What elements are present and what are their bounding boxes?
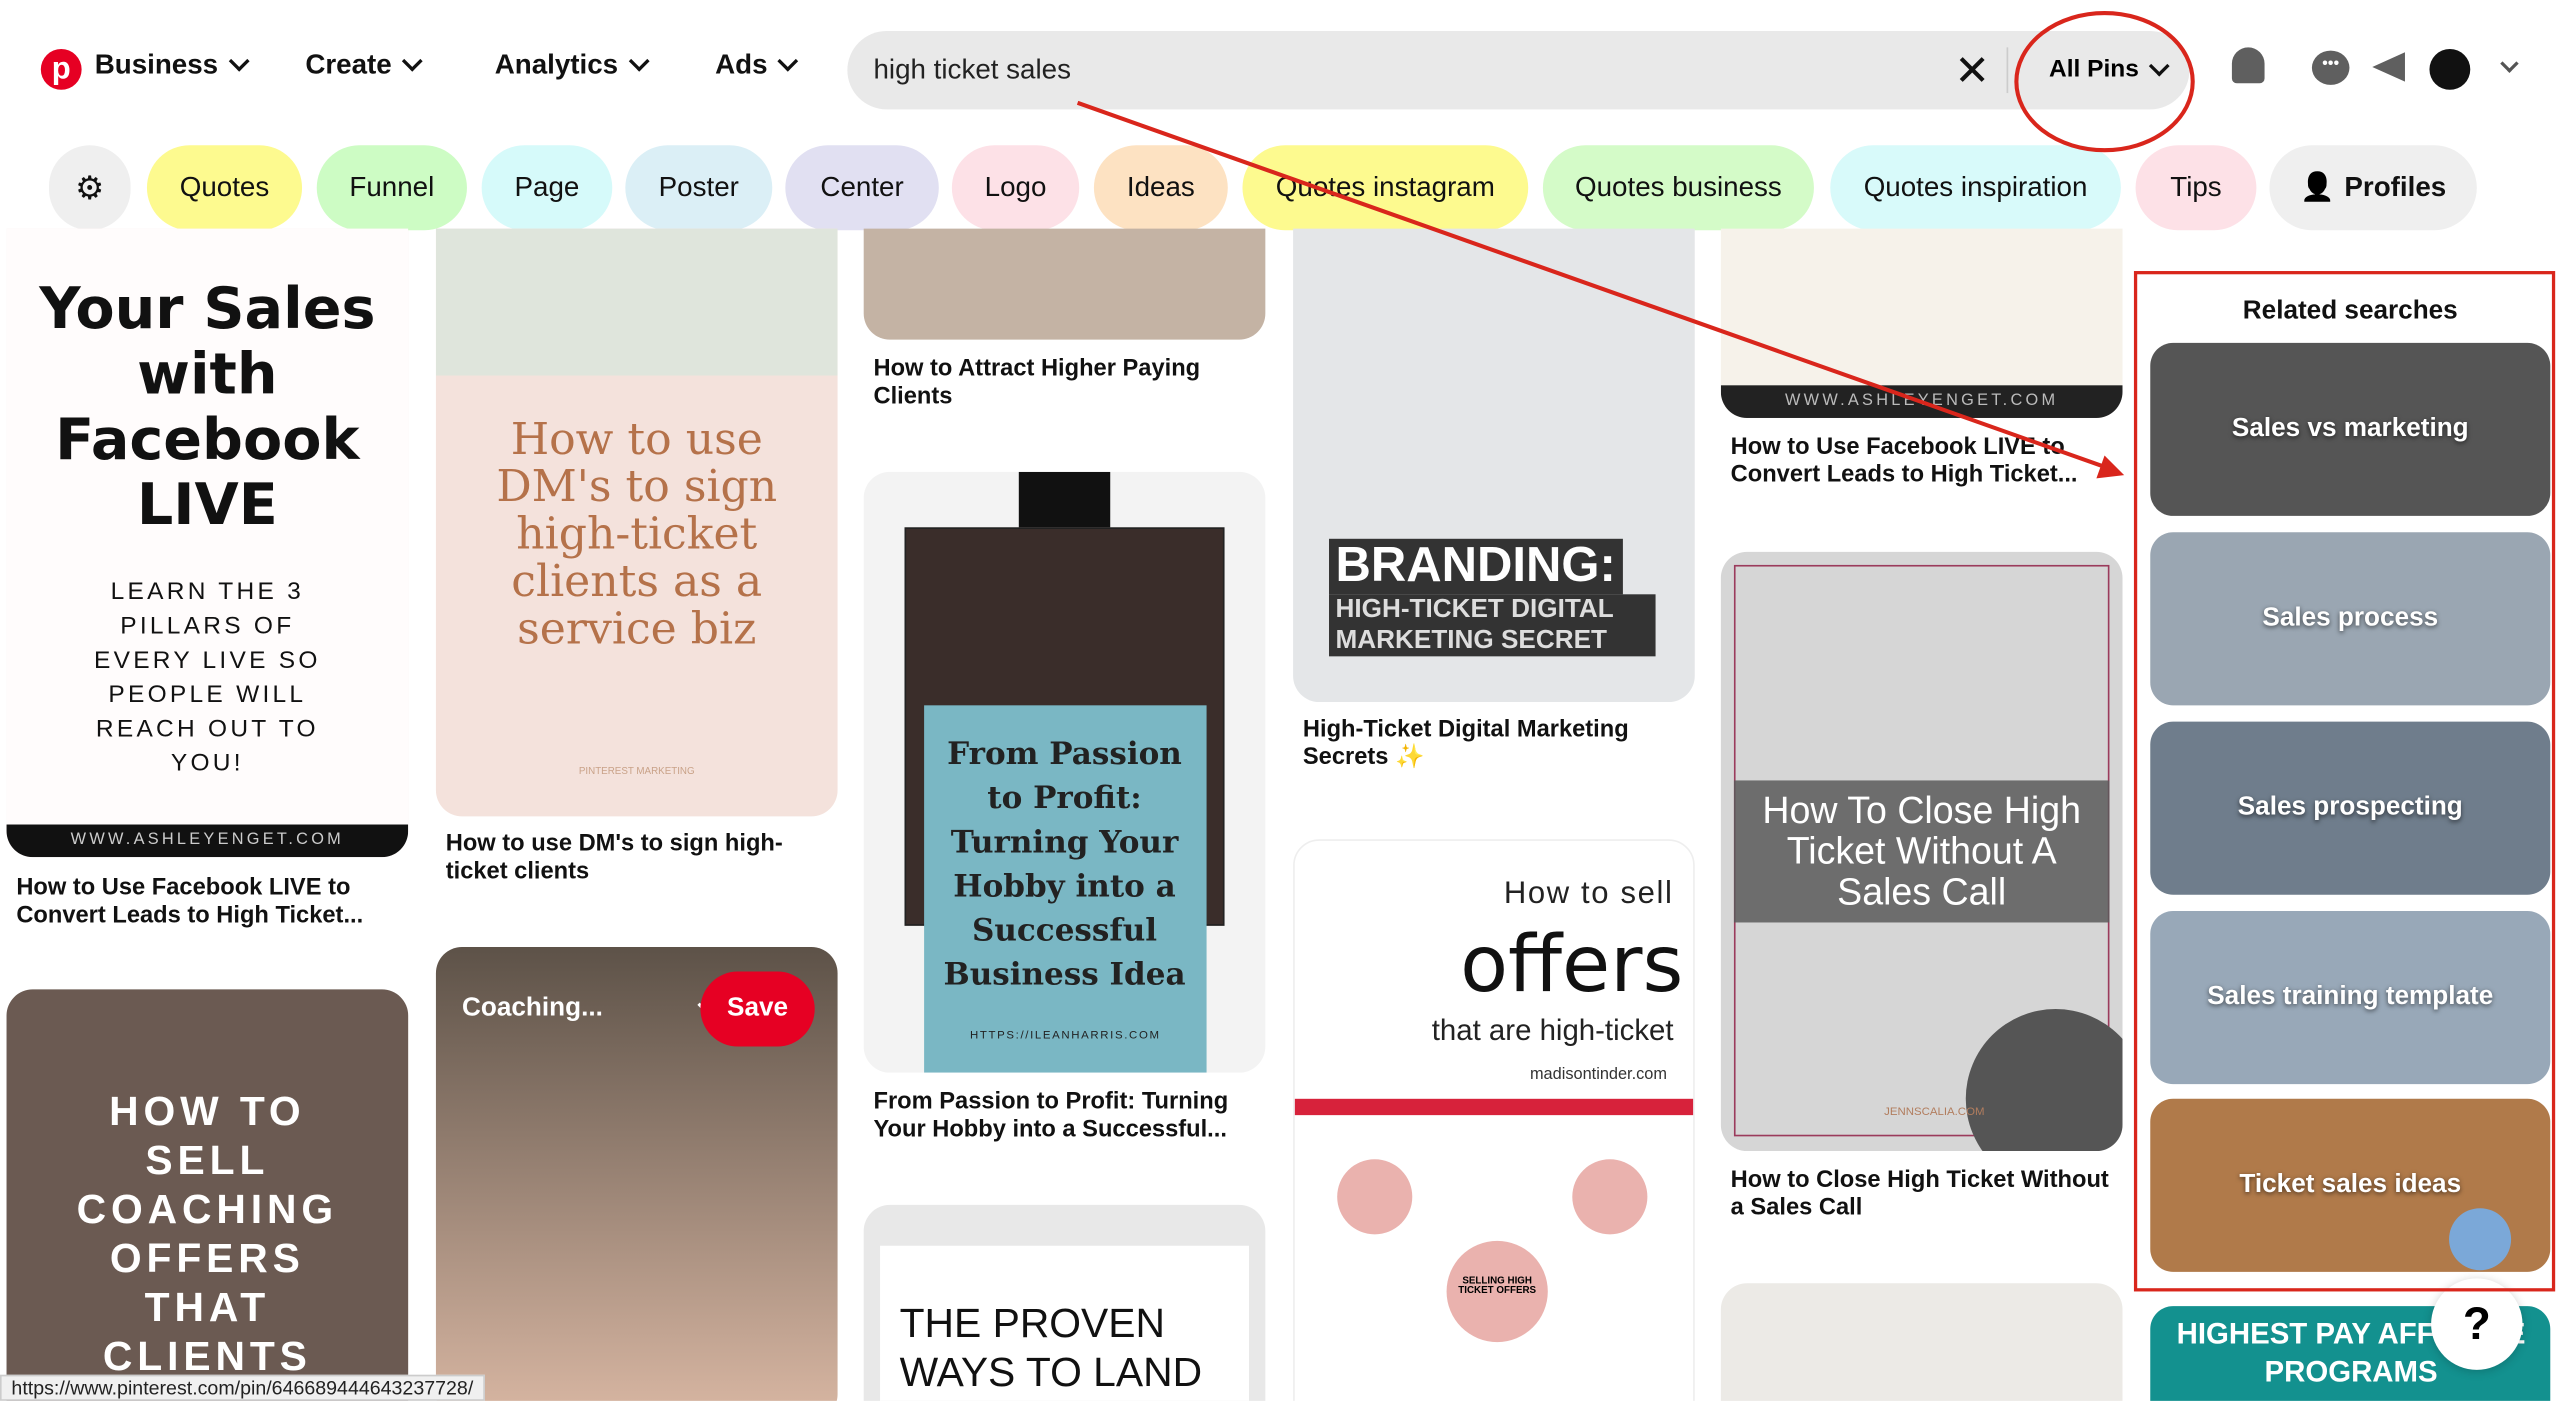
annotation-arrow	[1076, 100, 2111, 471]
annotation-overlay	[1076, 11, 2556, 1292]
annotation-box	[2133, 271, 2556, 1292]
annotation-arrowhead	[2096, 455, 2125, 479]
pinterest-search-page: p Business Create Analytics Ads high tic…	[0, 0, 2560, 1401]
annotation-circle	[2014, 11, 2195, 153]
